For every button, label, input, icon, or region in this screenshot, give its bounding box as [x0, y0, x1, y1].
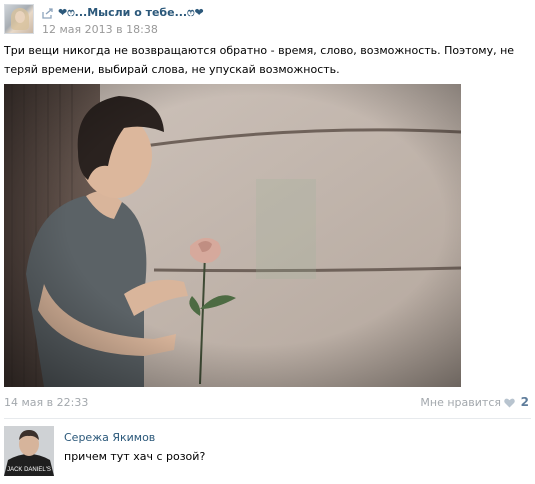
avatar-shirt-text: JACK DANIEL'S — [7, 467, 51, 473]
photo-illustration — [4, 84, 461, 387]
post-text: Три вещи никогда не возвращаются обратно… — [4, 44, 515, 76]
avatar-face-shape — [15, 11, 25, 23]
comment-author-avatar[interactable]: JACK DANIEL'S — [4, 426, 54, 476]
like-count: 2 — [520, 395, 529, 409]
avatar-illustration: JACK DANIEL'S — [4, 426, 54, 476]
comment-item: JACK DANIEL'S Сережа Якимов причем тут х… — [4, 426, 531, 478]
group-name-link[interactable]: ❤ෆ...Мысли о тебе...ෆ❤ — [58, 6, 204, 20]
group-avatar[interactable] — [4, 4, 34, 34]
post-header: ❤ෆ...Мысли о тебе...ෆ❤ 12 мая 2013 в 18:… — [4, 4, 531, 38]
divider — [4, 418, 531, 419]
like-button-label[interactable]: Мне нравится — [420, 396, 501, 409]
post-photo[interactable] — [4, 84, 461, 387]
repost-date[interactable]: 14 мая в 22:33 — [4, 396, 88, 409]
comment-text: причем тут хач с розой? — [64, 450, 206, 463]
post-meta-row: 14 мая в 22:33 Мне нравится 2 — [4, 395, 531, 412]
repost-arrow-icon — [42, 8, 53, 19]
heart-icon[interactable] — [504, 398, 515, 408]
comment-author-link[interactable]: Сережа Якимов — [64, 431, 155, 444]
post-date[interactable]: 12 мая 2013 в 18:38 — [42, 23, 158, 36]
